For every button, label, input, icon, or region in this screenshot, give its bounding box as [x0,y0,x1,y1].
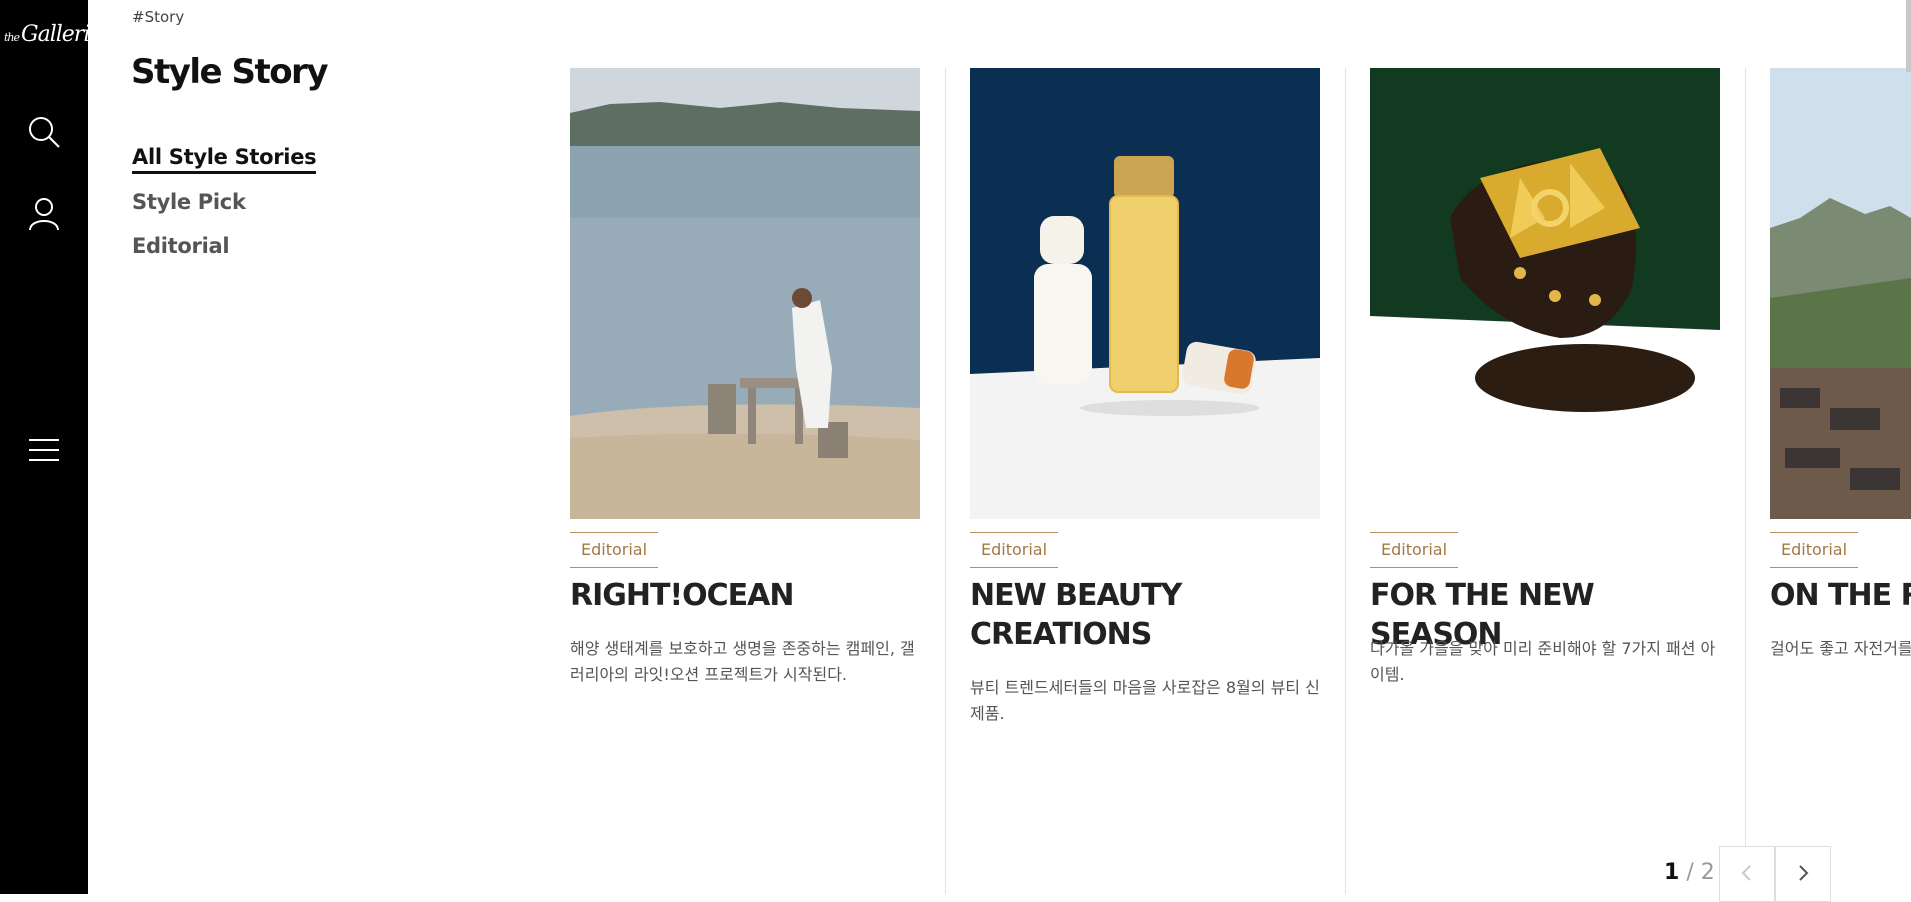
story-card[interactable]: Editorial FOR THE NEW SEASON 다가올 가을을 맞아 … [1370,68,1720,894]
side-nav: All Style Stories Style Pick Editorial [132,145,317,278]
story-card[interactable]: Editorial ON THE RO 걸어도 좋고 자전거를 은, 서울과 근… [1770,68,1911,894]
story-title[interactable]: NEW BEAUTY CREATIONS [970,576,1320,654]
side-nav-editorial[interactable]: Editorial [132,234,316,258]
brand-logo[interactable]: theGalleria [4,22,102,47]
story-image[interactable] [1370,68,1720,519]
page-separator: / [1686,860,1694,885]
story-card[interactable]: Editorial NEW BEAUTY CREATIONS 뷰티 트렌드세터들… [970,68,1320,894]
story-description: 다가올 가을을 맞아 미리 준비해야 할 7가지 패션 아이템. [1370,639,1716,684]
chevron-left-icon [1741,864,1751,881]
story-description: 해양 생태계를 보호하고 생명을 존중하는 캠페인, 갤러리아의 라잇!오션 프… [570,639,915,684]
breadcrumb: #Story [132,8,185,26]
story-title[interactable]: ON THE RO [1770,576,1911,615]
side-nav-style-pick[interactable]: Style Pick [132,190,316,214]
scrollbar[interactable] [1906,0,1911,72]
story-image[interactable] [570,68,920,519]
story-image[interactable] [1770,68,1911,519]
card-divider [1345,68,1346,894]
category-tag[interactable]: Editorial [1370,532,1459,568]
card-divider [1745,68,1746,894]
page-title: Style Story [131,52,328,92]
chevron-right-icon [1799,864,1809,881]
search-icon[interactable] [26,114,62,150]
story-title[interactable]: RIGHT!OCEAN [570,576,920,615]
card-divider [945,68,946,894]
current-page: 1 [1664,860,1680,885]
story-image[interactable] [970,68,1320,519]
menu-icon[interactable] [26,432,62,468]
story-description: 뷰티 트렌드세터들의 마음을 사로잡은 8월의 뷰티 신제품. [970,678,1320,723]
total-pages: 2 [1700,860,1715,885]
category-tag[interactable]: Editorial [570,532,659,568]
category-tag[interactable]: Editorial [970,532,1059,568]
story-description: 걸어도 좋고 자전거를 은, 서울과 근교의 '길 [1770,639,1911,658]
category-tag[interactable]: Editorial [1770,532,1859,568]
user-icon[interactable] [26,196,62,232]
side-nav-all-style-stories[interactable]: All Style Stories [132,145,317,174]
story-card[interactable]: Editorial RIGHT!OCEAN 해양 생태계를 보호하고 생명을 존… [570,68,920,894]
left-rail: theGalleria [0,0,102,894]
pagination-indicator: 1 / 2 [1664,860,1715,885]
